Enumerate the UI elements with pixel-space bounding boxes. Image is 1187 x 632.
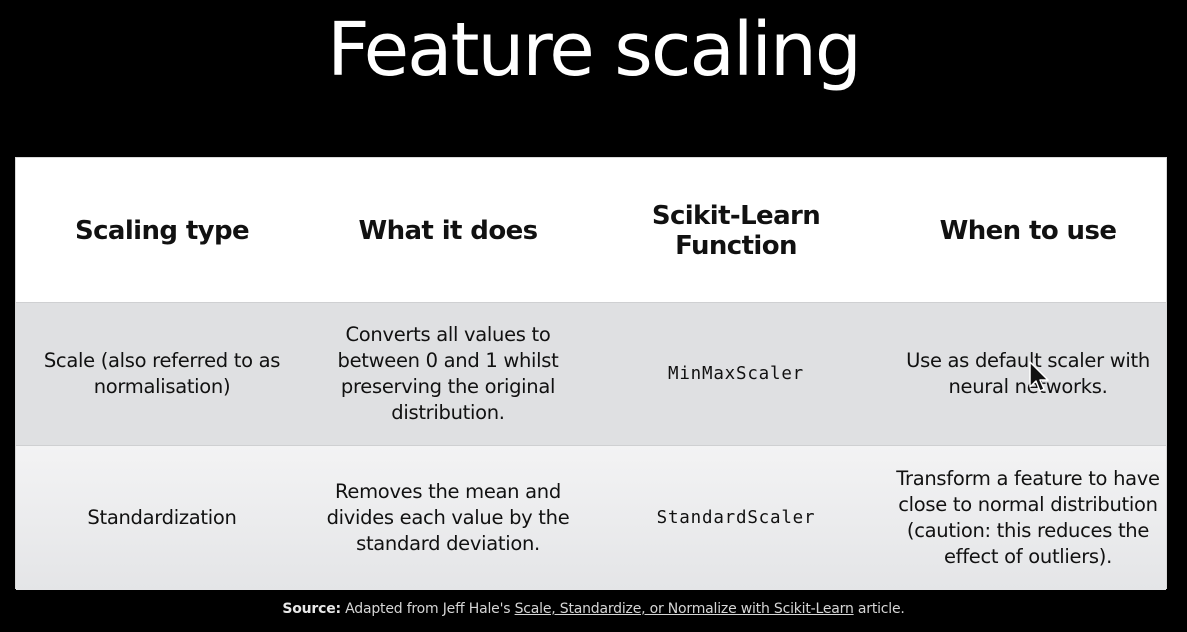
when-to-use-cell: Use as default scaler with neural networ… <box>906 349 1150 398</box>
source-text-end: article. <box>857 601 905 617</box>
scaling-type-cell: Standardization <box>87 506 237 529</box>
slide-title: Feature scaling <box>327 7 862 93</box>
when-to-use-cell: Transform a feature to have close to nor… <box>896 467 1160 568</box>
scaling-table: Scaling type What it does Scikit-Learn F… <box>15 157 1167 590</box>
function-cell: StandardScaler <box>656 508 816 528</box>
source-label: Source: <box>282 601 341 617</box>
column-header-scikit-learn-function: Scikit-Learn Function <box>651 201 821 261</box>
column-header-when-to-use: When to use <box>939 216 1117 246</box>
source-caption: Source: Adapted from Jeff Hale's Scale, … <box>0 601 1187 617</box>
table-row: Standardization Removes the mean and div… <box>16 446 1166 590</box>
function-cell: MinMaxScaler <box>667 364 805 384</box>
mouse-pointer-icon <box>1029 361 1049 392</box>
table-row: Scale (also referred to as normalisation… <box>16 302 1166 446</box>
what-it-does-cell: Removes the mean and divides each value … <box>326 480 570 555</box>
scaling-type-cell: Scale (also referred to as normalisation… <box>43 349 281 398</box>
column-header-what-it-does: What it does <box>358 216 539 246</box>
table-header-row: Scaling type What it does Scikit-Learn F… <box>16 158 1166 302</box>
column-header-scaling-type: Scaling type <box>74 216 250 246</box>
source-text: Adapted from Jeff Hale's <box>345 601 511 617</box>
source-article-link[interactable]: Scale, Standardize, or Normalize with Sc… <box>515 601 854 617</box>
what-it-does-cell: Converts all values to between 0 and 1 w… <box>337 323 559 424</box>
